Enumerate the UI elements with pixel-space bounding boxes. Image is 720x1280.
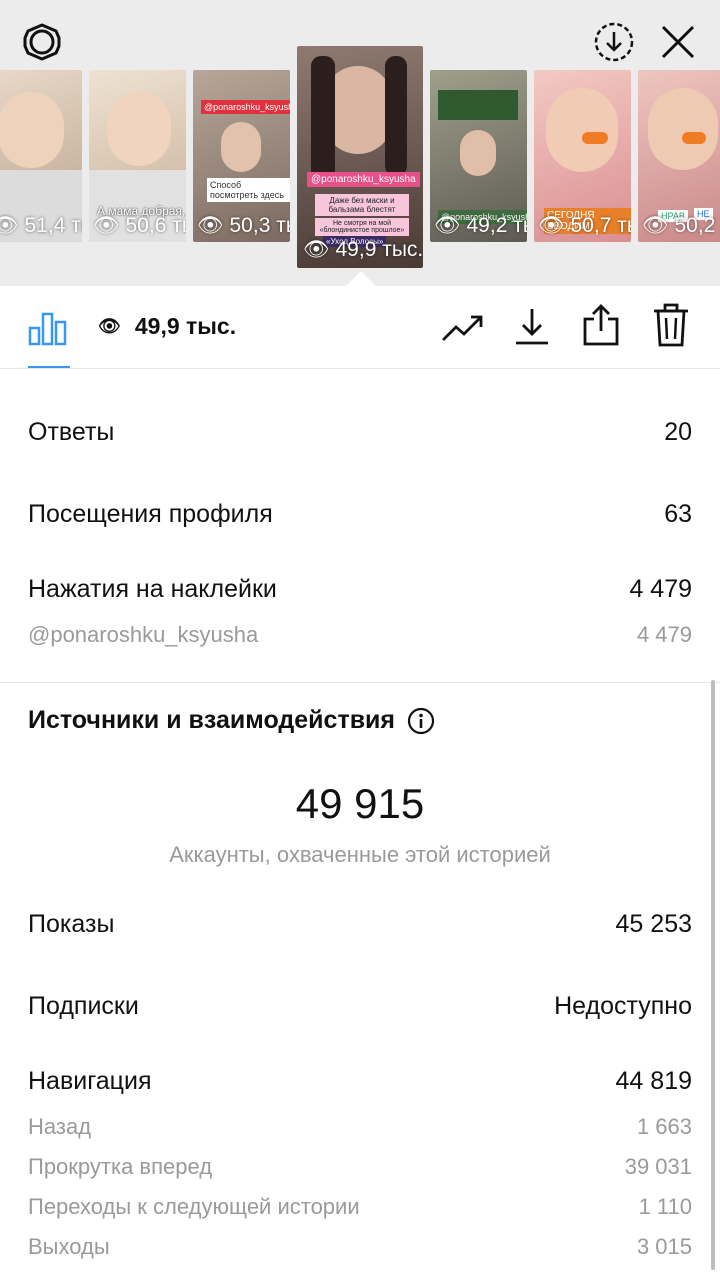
back-label: Назад bbox=[28, 1114, 92, 1139]
navigation-label: Навигация bbox=[28, 1067, 152, 1095]
thumbnail-views: 👁 50,7 тыс. bbox=[538, 214, 631, 237]
sticker-handle-value: 4 479 bbox=[636, 622, 692, 647]
impressions-value: 45 253 bbox=[615, 910, 692, 938]
story-thumbnail[interactable]: @ponaroshku_ksyusha 👁 49,2 тыс. bbox=[430, 70, 527, 242]
forward-label: Прокрутка вперед bbox=[28, 1154, 213, 1179]
story-thumbnail[interactable]: СЕГОДНЯ ВВОДИМ 👁 50,7 тыс. bbox=[534, 70, 631, 242]
next-story-label: Переходы к следующей истории bbox=[28, 1194, 360, 1219]
sticker-taps-value: 4 479 bbox=[629, 575, 692, 603]
follows-row: Подписки Недоступно bbox=[28, 992, 692, 1021]
trash-icon[interactable] bbox=[649, 302, 693, 348]
thumbnail-views: 👁 51,4 тыс. bbox=[0, 214, 82, 237]
section-divider bbox=[0, 682, 720, 683]
thumbnail-tag: @ponaroshku_ksyusha bbox=[307, 172, 420, 187]
sticker-taps-label: Нажатия на наклейки bbox=[28, 575, 277, 603]
trend-icon[interactable] bbox=[440, 306, 486, 350]
story-thumbnail[interactable]: НРАВ НЕ 👁 50,2 тыс. bbox=[638, 70, 720, 242]
replies-value: 20 bbox=[664, 418, 692, 446]
impressions-label: Показы bbox=[28, 910, 115, 938]
share-icon[interactable] bbox=[579, 302, 623, 348]
insights-toolbar: 👁 49,9 тыс. bbox=[0, 286, 720, 369]
scrollbar[interactable] bbox=[711, 680, 715, 1270]
follows-label: Подписки bbox=[28, 992, 139, 1020]
story-strip-area: 👁 51,4 тыс. А мама добрая, 👁 50,6 тыс. @… bbox=[0, 0, 720, 287]
views-count: 👁 49,9 тыс. bbox=[98, 313, 236, 340]
thumbnail-caption: Не смотря на мой «блондинистое прошлое» bbox=[315, 218, 409, 236]
forward-value: 39 031 bbox=[624, 1154, 692, 1179]
thumbnail-views: 👁 49,2 тыс. bbox=[434, 214, 527, 237]
next-story-value: 1 110 bbox=[638, 1194, 692, 1219]
reach-value: 49 915 bbox=[295, 780, 425, 827]
exits-label: Выходы bbox=[28, 1234, 110, 1259]
sticker-handle-row[interactable]: @ponaroshku_ksyusha 4 479 bbox=[28, 622, 692, 648]
active-tab-indicator bbox=[28, 366, 70, 368]
impressions-row: Показы 45 253 bbox=[28, 910, 692, 939]
thumbnail-views: 👁 50,2 тыс. bbox=[642, 214, 720, 237]
profile-visits-value: 63 bbox=[664, 500, 692, 528]
thumbnail-views: 👁 50,3 тыс. bbox=[197, 214, 290, 237]
close-icon[interactable] bbox=[656, 20, 700, 64]
navigation-value: 44 819 bbox=[615, 1067, 692, 1095]
back-row: Назад 1 663 bbox=[28, 1114, 692, 1140]
story-thumbnail[interactable]: А мама добрая, 👁 50,6 тыс. bbox=[89, 70, 186, 242]
exits-row: Выходы 3 015 bbox=[28, 1234, 692, 1260]
story-thumbnail-selected[interactable]: @ponaroshku_ksyusha Даже без маски и бал… bbox=[297, 46, 423, 268]
sticker-handle-label: @ponaroshku_ksyusha bbox=[28, 622, 259, 647]
profile-visits-label: Посещения профиля bbox=[28, 500, 273, 528]
story-thumbnail[interactable]: @ponaroshku_ksyusha Способ посмотреть зд… bbox=[193, 70, 290, 242]
download-circle-icon[interactable] bbox=[592, 20, 636, 64]
thumbnail-views: 👁 49,9 тыс. bbox=[303, 238, 423, 261]
bar-chart-icon[interactable] bbox=[26, 304, 70, 348]
selected-pointer bbox=[345, 271, 377, 287]
info-icon[interactable] bbox=[407, 707, 435, 735]
navigation-row: Навигация 44 819 bbox=[28, 1067, 692, 1096]
replies-label: Ответы bbox=[28, 418, 115, 446]
thumbnail-caption: Даже без маски и бальзама блестят bbox=[315, 194, 409, 216]
exits-value: 3 015 bbox=[636, 1234, 692, 1259]
replies-row: Ответы 20 bbox=[28, 418, 692, 447]
story-thumbnail-strip: 👁 51,4 тыс. А мама добрая, 👁 50,6 тыс. @… bbox=[0, 46, 720, 268]
next-story-row: Переходы к следующей истории 1 110 bbox=[28, 1194, 692, 1220]
section-title-text: Источники и взаимодействия bbox=[28, 706, 396, 734]
story-thumbnail[interactable]: 👁 51,4 тыс. bbox=[0, 70, 82, 242]
gear-icon[interactable] bbox=[20, 20, 64, 64]
sticker-taps-row: Нажатия на наклейки 4 479 bbox=[28, 575, 692, 604]
follows-value: Недоступно bbox=[554, 992, 692, 1020]
download-icon[interactable] bbox=[510, 304, 554, 348]
thumbnail-tag: @ponaroshku_ksyusha bbox=[201, 100, 290, 114]
reach-caption: Аккаунты, охваченные этой историей bbox=[169, 842, 551, 867]
views-value: 49,9 тыс. bbox=[134, 313, 237, 339]
thumbnail-caption: Способ посмотреть здесь bbox=[207, 178, 290, 202]
forward-row: Прокрутка вперед 39 031 bbox=[28, 1154, 692, 1180]
section-title: Источники и взаимодействия bbox=[28, 706, 435, 735]
profile-visits-row: Посещения профиля 63 bbox=[28, 500, 692, 529]
thumbnail-views: 👁 50,6 тыс. bbox=[93, 214, 186, 237]
eye-icon: 👁 bbox=[98, 316, 121, 336]
back-value: 1 663 bbox=[636, 1114, 692, 1139]
